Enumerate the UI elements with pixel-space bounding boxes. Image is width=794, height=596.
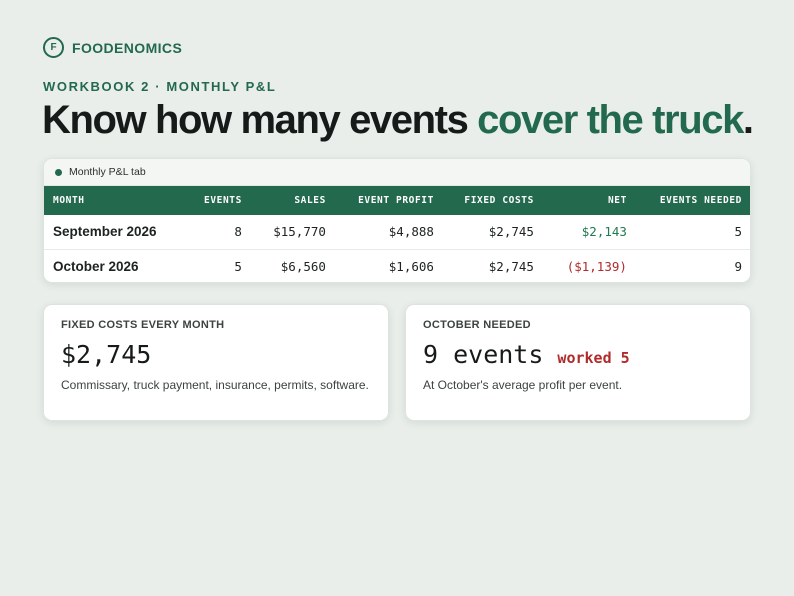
cell-fixed-costs: $2,745 [441,248,542,282]
fixed-costs-value-row: $2,745 [61,340,371,369]
brand-name: FOODENOMICS [72,39,183,56]
status-dot-icon [55,168,62,176]
october-needed-note: At October's average profit per event. [423,378,623,392]
col-header-event-profit: EVENT PROFIT [358,195,434,206]
cell-sales: $6,560 [249,248,334,282]
october-needed-label: OCTOBER NEEDED [423,319,531,331]
table-tab-label: Monthly P&L tab [69,166,146,178]
fixed-costs-note: Commissary, truck payment, insurance, pe… [61,378,369,392]
table-tab-header: Monthly P&L tab [44,159,750,186]
col-header-events: EVENTS [204,195,242,206]
col-header-month: MONTH [53,195,85,206]
cell-month: September 2026 [53,224,157,240]
brand: F FOODENOMICS [43,37,182,58]
pl-table: MONTH EVENTS SALES EVENT PROFIT FIXED CO… [44,186,750,282]
october-needed-value: 9 events [423,340,544,369]
table-row: September 2026 8 $15,770 $4,888 $2,745 $… [44,215,750,249]
headline-end: . [742,98,754,142]
cell-events-needed: 9 [634,248,750,282]
cell-net: $2,143 [581,224,627,240]
cell-net: ($1,139) [541,248,635,282]
table-header-row: MONTH EVENTS SALES EVENT PROFIT FIXED CO… [44,186,750,215]
page-title: Know how many events cover the truck. [42,96,754,144]
cell-sales: $15,770 [273,224,326,240]
fixed-costs-card: FIXED COSTS EVERY MONTH $2,745 Commissar… [43,304,389,421]
col-header-fixed-costs: FIXED COSTS [464,195,534,206]
col-header-events-needed: EVENTS NEEDED [659,195,742,206]
cell-events: 5 [196,248,250,282]
cell-events: 8 [234,224,242,240]
october-needed-value-row: 9 events worked 5 [423,340,733,369]
fixed-costs-label: FIXED COSTS EVERY MONTH [61,319,225,331]
cell-events-needed: 5 [734,224,742,240]
headline-main: Know how many events [42,98,478,142]
brand-logo-icon: F [43,37,64,58]
table-row: October 2026 5 $6,560 $1,606 $2,745 ($1,… [44,248,750,282]
cell-event-profit: $4,888 [388,224,434,240]
col-header-net: NET [607,195,627,206]
october-worked-badge: worked 5 [557,349,630,367]
october-needed-card: OCTOBER NEEDED 9 events worked 5 At Octo… [405,304,751,421]
cell-fixed-costs: $2,745 [488,224,534,240]
cell-event-profit: $1,606 [333,248,442,282]
col-header-sales: SALES [294,195,326,206]
eyebrow: WORKBOOK 2 · MONTHLY P&L [43,79,277,94]
fixed-costs-value: $2,745 [61,340,152,369]
cell-month: October 2026 [44,248,196,282]
headline-accent: cover the truck [477,98,744,142]
pl-table-card: Monthly P&L tab MONTH EVENTS SALES EVENT… [43,158,751,283]
